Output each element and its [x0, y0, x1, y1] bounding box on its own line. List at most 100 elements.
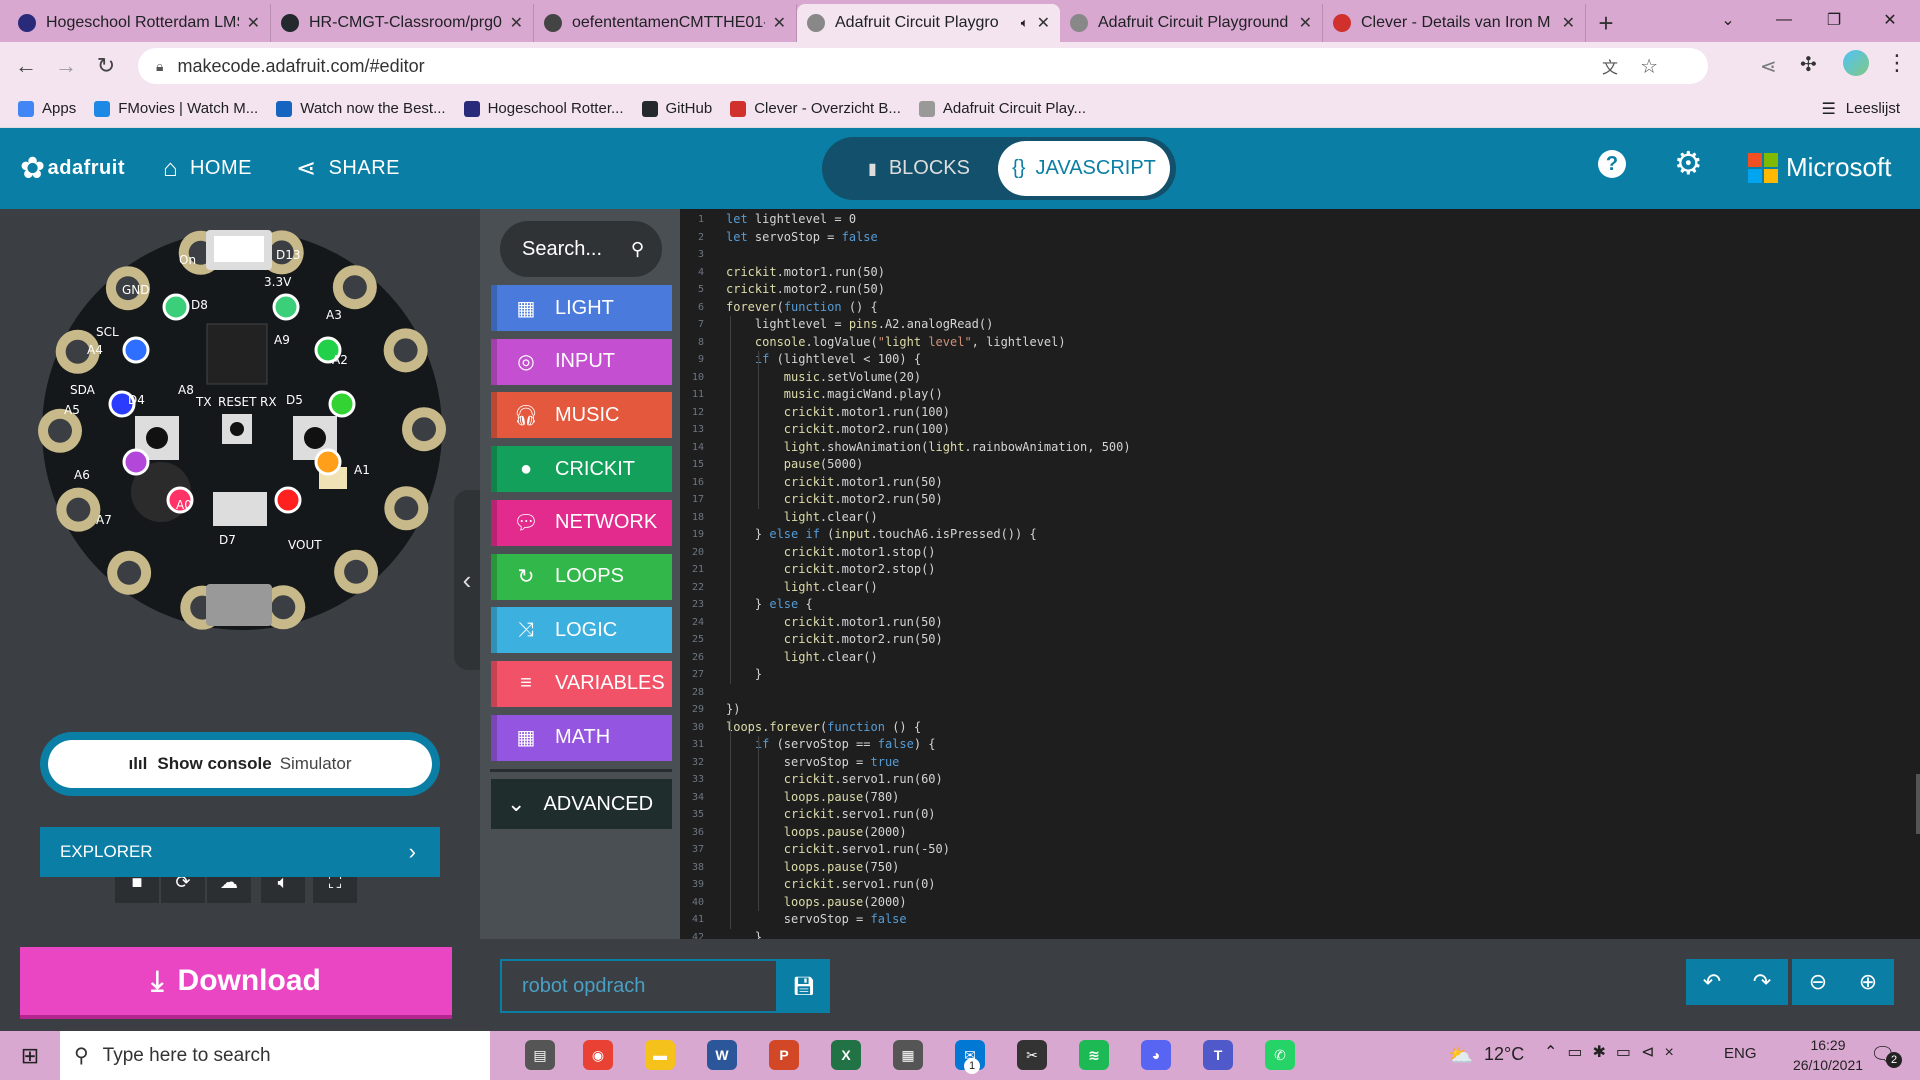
browser-tab[interactable]: Adafruit Circuit Playground ✕ [1060, 4, 1323, 42]
editor-scrollbar[interactable] [1916, 774, 1920, 834]
browser-tab[interactable]: oefententamenCMTTHE01- ✕ [534, 4, 797, 42]
forward-icon[interactable]: → [46, 46, 86, 86]
microsoft-logo[interactable]: Microsoft [1748, 152, 1891, 183]
translate-icon[interactable]: 文 [1602, 54, 1618, 78]
profile-avatar[interactable] [1843, 50, 1869, 76]
browser-tab[interactable]: Adafruit Circuit Playgro 🔈︎ ✕ [797, 4, 1060, 42]
close-tab-icon[interactable]: ✕ [773, 13, 786, 33]
code-line[interactable]: if (lightlevel < 100) { [726, 351, 921, 368]
browser-tab[interactable]: Hogeschool Rotterdam LMS ✕ [8, 4, 271, 42]
back-icon[interactable]: ← [6, 46, 46, 86]
code-line[interactable]: loops.pause(780) [726, 789, 900, 806]
spotify-icon[interactable]: ≋ [1079, 1040, 1109, 1070]
advanced-category[interactable]: ⌄ ADVANCED [491, 779, 672, 829]
chrome-icon[interactable]: ◉ [583, 1040, 613, 1070]
category-network[interactable]: 💬︎ NETWORK [491, 499, 672, 546]
taskbar-clock[interactable]: 16:29 26/10/2021 [1778, 1035, 1878, 1075]
code-line[interactable]: light.clear() [726, 579, 878, 596]
help-icon[interactable]: ? [1598, 150, 1626, 178]
blocks-tab[interactable]: ▮ BLOCKS [834, 143, 1004, 194]
settings-gear-icon[interactable]: ⚙ [1674, 144, 1703, 182]
category-music[interactable]: 🎧︎ MUSIC [491, 392, 672, 439]
code-line[interactable]: crickit.motor2.run(50) [726, 631, 943, 648]
code-line[interactable]: loops.pause(750) [726, 859, 900, 876]
code-line[interactable]: pause(5000) [726, 456, 863, 473]
home-button[interactable]: ⌂ HOME [163, 155, 252, 183]
undo-button[interactable]: ↶ [1686, 959, 1738, 1005]
close-tab-icon[interactable]: ✕ [1037, 13, 1050, 33]
close-tab-icon[interactable]: ✕ [247, 13, 260, 33]
code-line[interactable]: crickit.motor1.stop() [726, 544, 936, 561]
category-variables[interactable]: ≡ VARIABLES [491, 660, 672, 707]
toolbox-search-input[interactable]: Search... ⚲ [500, 221, 662, 277]
bookmark-item[interactable]: Hogeschool Rotter... [463, 100, 624, 117]
code-line[interactable]: music.setVolume(20) [726, 369, 921, 386]
bookmark-item[interactable]: FMovies | Watch M... [94, 100, 258, 117]
code-line[interactable]: crickit.motor2.run(100) [726, 421, 950, 438]
circuit-playground-board[interactable]: On D13 GND D8 SCL A4 A9 A8 SDA A5 D4 TX RESET RX D5 A1 A… [36, 224, 448, 636]
code-line[interactable]: } [726, 666, 762, 683]
windows-start-icon[interactable]: ⊞ [0, 1031, 60, 1080]
bookmark-item[interactable]: Adafruit Circuit Play... [918, 100, 1086, 117]
category-logic[interactable]: ⤨ LOGIC [491, 607, 672, 654]
project-name-input[interactable]: robot opdrach [500, 959, 778, 1013]
address-bar[interactable]: 🔒︎ makecode.adafruit.com/#editor 文 ☆ [138, 48, 1708, 84]
reading-list[interactable]: ☰ Leeslijst [1821, 99, 1900, 119]
download-button[interactable]: ⤓ Download [20, 947, 452, 1019]
collapse-simulator-button[interactable]: ‹ [454, 490, 480, 670]
category-light[interactable]: ▦ LIGHT [491, 285, 672, 331]
discord-icon[interactable]: ◕ [1141, 1040, 1171, 1070]
code-line[interactable]: light.clear() [726, 509, 878, 526]
adafruit-logo[interactable]: ✿ adafruit [20, 151, 125, 186]
code-line[interactable]: servoStop = false [726, 911, 907, 928]
code-line[interactable]: light.clear() [726, 649, 878, 666]
word-icon[interactable]: W [707, 1040, 737, 1070]
code-line[interactable]: } [726, 929, 762, 940]
keyboard-language[interactable]: ENG [1724, 1045, 1757, 1062]
redo-button[interactable]: ↷ [1736, 959, 1788, 1005]
restore-icon[interactable]: ❐ [1806, 0, 1862, 40]
category-loops[interactable]: ↻ LOOPS [491, 553, 672, 600]
reload-icon[interactable]: ↻ [86, 46, 126, 86]
explorer-button[interactable]: EXPLORER › [40, 827, 440, 877]
code-line[interactable]: loops.pause(2000) [726, 824, 907, 841]
system-tray-icons[interactable]: ⌃▭✱▭⊲× [1544, 1042, 1684, 1062]
category-math[interactable]: ▦ MATH [491, 714, 672, 761]
browser-tab[interactable]: Clever - Details van Iron M ✕ [1323, 4, 1586, 42]
code-line[interactable]: crickit.motor2.run(50) [726, 281, 885, 298]
new-tab-button[interactable]: + [1586, 4, 1626, 42]
close-tab-icon[interactable]: ✕ [510, 13, 523, 33]
category-crickit[interactable]: ● CRICKIT [491, 446, 672, 493]
code-line[interactable]: let servoStop = false [726, 229, 878, 246]
share-page-icon[interactable]: ⋖ [1760, 54, 1777, 79]
close-window-icon[interactable]: ✕ [1862, 0, 1918, 40]
code-line[interactable]: crickit.motor1.run(50) [726, 264, 885, 281]
bookmark-item[interactable]: Apps [18, 100, 76, 117]
minimize-icon[interactable]: — [1756, 0, 1812, 40]
show-console-button[interactable]: ılıl Show console Simulator [48, 740, 432, 788]
code-line[interactable]: crickit.motor2.stop() [726, 561, 936, 578]
share-button[interactable]: ⋖ SHARE [296, 154, 400, 183]
taskbar-search-input[interactable]: ⚲ Type here to search [60, 1031, 490, 1080]
code-line[interactable]: crickit.motor1.run(50) [726, 614, 943, 631]
weather-icon[interactable]: ⛅ [1448, 1043, 1473, 1068]
snipping-icon[interactable]: ✂ [1017, 1040, 1047, 1070]
code-line[interactable]: } else if (input.touchA6.isPressed()) { [726, 526, 1037, 543]
javascript-tab[interactable]: {} JAVASCRIPT [998, 141, 1170, 196]
zoom-in-button[interactable]: ⊕ [1842, 959, 1894, 1005]
extensions-icon[interactable]: ✣ [1800, 52, 1817, 77]
code-line[interactable]: console.logValue("light level", lightlev… [726, 334, 1066, 351]
browser-menu-icon[interactable]: ⋮ [1886, 50, 1908, 76]
save-project-button[interactable]: 💾︎ [778, 959, 830, 1013]
bookmark-star-icon[interactable]: ☆ [1640, 54, 1658, 79]
powerpoint-icon[interactable]: P [769, 1040, 799, 1070]
code-line[interactable]: loops.forever(function () { [726, 719, 921, 736]
code-line[interactable]: loops.pause(2000) [726, 894, 907, 911]
tab-search-icon[interactable]: ⌄ [1700, 0, 1756, 40]
code-line[interactable]: servoStop = true [726, 754, 900, 771]
teams-icon[interactable]: T [1203, 1040, 1233, 1070]
code-line[interactable]: forever(function () { [726, 299, 878, 316]
category-input[interactable]: ◎ INPUT [491, 338, 672, 385]
code-line[interactable]: }) [726, 701, 740, 718]
code-line[interactable]: crickit.motor1.run(100) [726, 404, 950, 421]
